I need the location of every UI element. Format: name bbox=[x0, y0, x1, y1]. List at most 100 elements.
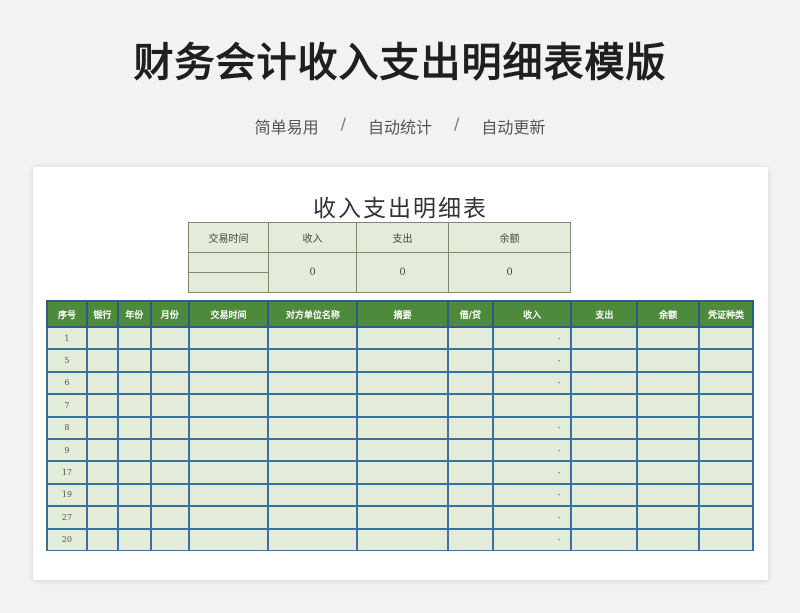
table-cell[interactable] bbox=[356, 325, 449, 351]
table-cell[interactable] bbox=[356, 460, 449, 485]
table-cell[interactable] bbox=[116, 505, 152, 530]
table-cell[interactable] bbox=[149, 482, 190, 508]
table-cell[interactable] bbox=[187, 527, 270, 551]
table-cell[interactable] bbox=[116, 415, 152, 440]
table-cell[interactable] bbox=[187, 393, 270, 418]
table-cell[interactable] bbox=[446, 415, 494, 440]
table-cell[interactable] bbox=[267, 482, 359, 508]
table-cell[interactable] bbox=[267, 437, 359, 463]
table-cell[interactable] bbox=[85, 437, 119, 463]
income-cell[interactable]: - bbox=[491, 437, 573, 463]
table-cell[interactable] bbox=[698, 527, 754, 551]
table-cell[interactable] bbox=[446, 393, 494, 418]
table-cell[interactable] bbox=[570, 348, 639, 373]
table-cell[interactable] bbox=[356, 348, 449, 373]
table-cell[interactable] bbox=[187, 505, 270, 530]
table-cell[interactable] bbox=[356, 437, 449, 463]
table-cell[interactable] bbox=[356, 415, 449, 440]
table-cell[interactable] bbox=[116, 393, 152, 418]
table-cell[interactable] bbox=[356, 505, 449, 530]
table-cell[interactable] bbox=[356, 527, 449, 551]
table-cell[interactable] bbox=[116, 325, 152, 351]
table-cell[interactable] bbox=[356, 482, 449, 508]
table-cell[interactable] bbox=[149, 393, 190, 418]
table-cell[interactable] bbox=[636, 393, 700, 418]
summary-income-value[interactable]: 0 bbox=[268, 252, 357, 293]
table-cell[interactable] bbox=[636, 348, 700, 373]
table-cell[interactable] bbox=[267, 370, 359, 396]
income-cell[interactable]: - bbox=[491, 370, 573, 396]
row-number-cell[interactable]: 19 bbox=[46, 482, 88, 508]
table-cell[interactable] bbox=[116, 370, 152, 396]
income-cell[interactable] bbox=[491, 393, 573, 418]
table-cell[interactable] bbox=[149, 527, 190, 551]
table-cell[interactable] bbox=[570, 482, 639, 508]
table-cell[interactable] bbox=[570, 505, 639, 530]
table-cell[interactable] bbox=[356, 370, 449, 396]
table-cell[interactable] bbox=[570, 393, 639, 418]
table-cell[interactable] bbox=[636, 437, 700, 463]
table-cell[interactable] bbox=[187, 460, 270, 485]
income-cell[interactable]: - bbox=[491, 460, 573, 485]
table-cell[interactable] bbox=[116, 527, 152, 551]
income-cell[interactable]: - bbox=[491, 415, 573, 440]
table-cell[interactable] bbox=[636, 482, 700, 508]
table-cell[interactable] bbox=[85, 505, 119, 530]
row-number-cell[interactable]: 27 bbox=[46, 505, 88, 530]
summary-balance-value[interactable]: 0 bbox=[448, 252, 571, 293]
row-number-cell[interactable]: 17 bbox=[46, 460, 88, 485]
table-cell[interactable] bbox=[85, 348, 119, 373]
income-cell[interactable]: - bbox=[491, 325, 573, 351]
table-cell[interactable] bbox=[267, 527, 359, 551]
row-number-cell[interactable]: 1 bbox=[46, 325, 88, 351]
summary-time-cell[interactable] bbox=[188, 252, 269, 273]
table-cell[interactable] bbox=[149, 460, 190, 485]
table-cell[interactable] bbox=[187, 437, 270, 463]
table-cell[interactable] bbox=[446, 348, 494, 373]
table-cell[interactable] bbox=[85, 415, 119, 440]
row-number-cell[interactable]: 6 bbox=[46, 370, 88, 396]
row-number-cell[interactable]: 7 bbox=[46, 393, 88, 418]
income-cell[interactable]: - bbox=[491, 527, 573, 551]
summary-expense-value[interactable]: 0 bbox=[356, 252, 449, 293]
table-cell[interactable] bbox=[267, 460, 359, 485]
table-cell[interactable] bbox=[446, 437, 494, 463]
table-cell[interactable] bbox=[85, 393, 119, 418]
table-cell[interactable] bbox=[85, 527, 119, 551]
row-number-cell[interactable]: 5 bbox=[46, 348, 88, 373]
table-cell[interactable] bbox=[267, 505, 359, 530]
income-cell[interactable]: - bbox=[491, 482, 573, 508]
row-number-cell[interactable]: 20 bbox=[46, 527, 88, 551]
table-cell[interactable] bbox=[446, 460, 494, 485]
table-cell[interactable] bbox=[570, 437, 639, 463]
table-cell[interactable] bbox=[149, 505, 190, 530]
table-cell[interactable] bbox=[149, 370, 190, 396]
table-cell[interactable] bbox=[698, 325, 754, 351]
table-cell[interactable] bbox=[698, 460, 754, 485]
table-cell[interactable] bbox=[187, 348, 270, 373]
income-cell[interactable]: - bbox=[491, 505, 573, 530]
table-cell[interactable] bbox=[636, 415, 700, 440]
table-cell[interactable] bbox=[446, 505, 494, 530]
table-cell[interactable] bbox=[85, 460, 119, 485]
table-cell[interactable] bbox=[85, 482, 119, 508]
table-cell[interactable] bbox=[116, 348, 152, 373]
table-cell[interactable] bbox=[636, 505, 700, 530]
table-cell[interactable] bbox=[698, 505, 754, 530]
table-cell[interactable] bbox=[698, 348, 754, 373]
table-cell[interactable] bbox=[570, 325, 639, 351]
table-cell[interactable] bbox=[570, 460, 639, 485]
table-cell[interactable] bbox=[267, 393, 359, 418]
table-cell[interactable] bbox=[116, 482, 152, 508]
table-cell[interactable] bbox=[446, 527, 494, 551]
table-cell[interactable] bbox=[149, 325, 190, 351]
table-cell[interactable] bbox=[636, 370, 700, 396]
table-cell[interactable] bbox=[187, 370, 270, 396]
table-cell[interactable] bbox=[446, 325, 494, 351]
table-cell[interactable] bbox=[698, 393, 754, 418]
table-cell[interactable] bbox=[267, 348, 359, 373]
table-cell[interactable] bbox=[698, 482, 754, 508]
table-cell[interactable] bbox=[636, 460, 700, 485]
table-cell[interactable] bbox=[85, 370, 119, 396]
table-cell[interactable] bbox=[85, 325, 119, 351]
